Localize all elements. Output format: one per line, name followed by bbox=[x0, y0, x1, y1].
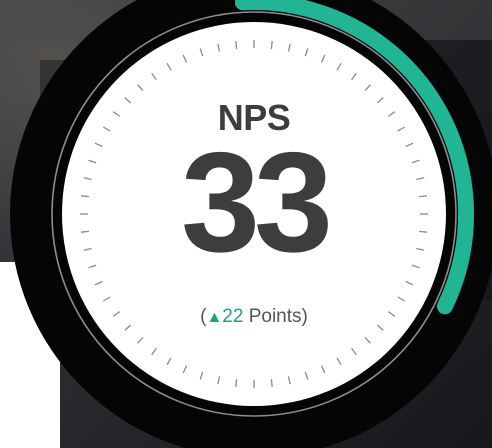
change-unit: Points) bbox=[243, 306, 308, 327]
tick-mark bbox=[419, 195, 428, 198]
tick-mark bbox=[270, 379, 273, 388]
tick-mark bbox=[235, 379, 238, 388]
nps-score: 33 bbox=[181, 123, 333, 282]
tick-mark bbox=[270, 40, 273, 49]
tick-mark bbox=[80, 195, 89, 198]
tick-mark bbox=[419, 230, 428, 233]
tick-mark bbox=[235, 40, 238, 49]
score-change: (▲22 Points) bbox=[154, 306, 354, 328]
tick-mark bbox=[80, 230, 89, 233]
up-arrow-icon: ▲ bbox=[206, 309, 223, 326]
change-amount: 22 bbox=[222, 306, 244, 327]
